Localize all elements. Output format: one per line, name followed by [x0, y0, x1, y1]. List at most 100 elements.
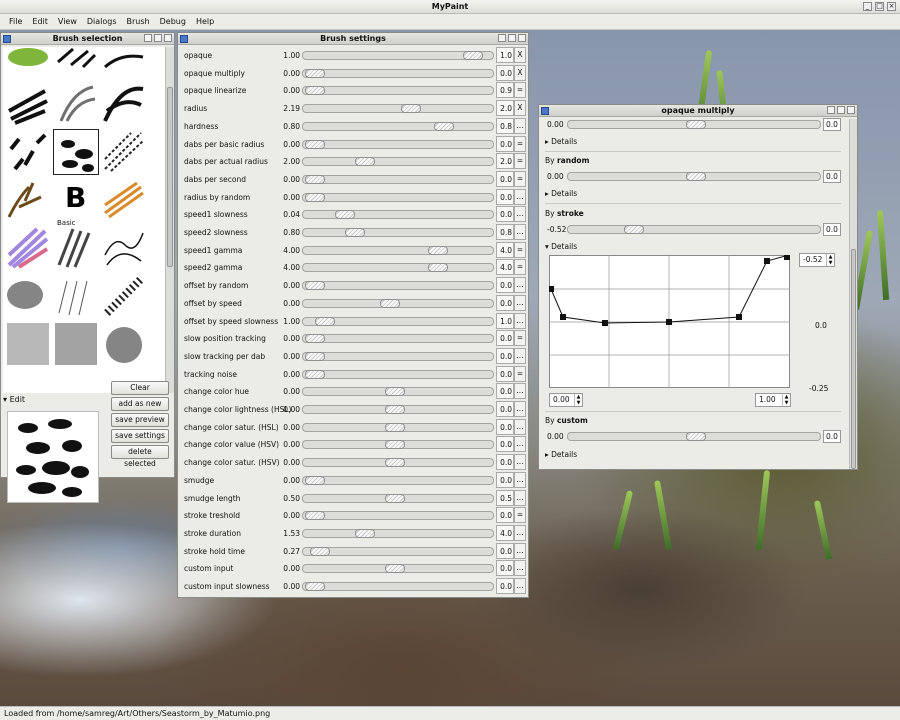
setting-action-button[interactable]: ... — [514, 401, 526, 417]
menu-edit[interactable]: Edit — [27, 14, 53, 29]
setting-slider[interactable] — [302, 387, 494, 397]
slider-thumb[interactable] — [384, 440, 405, 450]
brush-thumb[interactable] — [53, 273, 99, 319]
brush-thumb[interactable] — [101, 273, 147, 319]
setting-slider[interactable] — [302, 493, 494, 503]
brush-thumb[interactable] — [5, 177, 51, 223]
setting-action-button[interactable]: = — [514, 82, 526, 99]
brush-thumb[interactable] — [5, 273, 51, 319]
setting-action-button[interactable]: = — [514, 135, 526, 152]
setting-action-button[interactable]: ... — [514, 418, 526, 435]
setting-slider[interactable] — [302, 298, 494, 308]
curve-x-min-spinner[interactable]: 0.00 ▲ ▼ — [549, 393, 583, 407]
brush-thumb[interactable] — [101, 129, 147, 175]
setting-slider[interactable] — [302, 405, 494, 414]
setting-action-button[interactable]: X — [514, 100, 526, 117]
slider-thumb[interactable] — [384, 564, 405, 574]
menu-dialogs[interactable]: Dialogs — [82, 14, 122, 29]
setting-action-button[interactable]: = — [514, 365, 526, 382]
close-icon[interactable] — [847, 106, 855, 114]
brush-thumb[interactable] — [53, 321, 99, 367]
slider-thumb[interactable] — [305, 86, 325, 96]
maximize-icon[interactable]: □ — [875, 2, 884, 11]
slider-thumb[interactable] — [305, 369, 325, 379]
slider-thumb[interactable] — [427, 245, 448, 255]
setting-action-button[interactable]: = — [514, 241, 526, 258]
setting-action-button[interactable]: ... — [514, 312, 526, 329]
setting-slider[interactable] — [302, 351, 494, 361]
setting-slider[interactable] — [302, 316, 494, 326]
setting-action-button[interactable]: ... — [514, 224, 526, 240]
details-expander[interactable]: ▸ Details — [545, 450, 845, 459]
setting-action-button[interactable]: ... — [514, 524, 526, 541]
setting-slider[interactable] — [302, 440, 494, 450]
brush-thumb[interactable] — [101, 81, 147, 127]
setting-slider[interactable] — [302, 174, 494, 184]
custom-value-box[interactable]: 0.0 — [823, 430, 841, 443]
stroke-curve-editor[interactable] — [549, 255, 791, 389]
setting-action-button[interactable]: = — [514, 259, 526, 276]
setting-action-button[interactable]: X — [514, 47, 526, 63]
maximize-icon[interactable] — [837, 106, 845, 114]
slider-thumb[interactable] — [305, 174, 325, 184]
setting-action-button[interactable]: ... — [514, 383, 526, 400]
brush-thumb-selected[interactable] — [53, 129, 99, 175]
brush-preview[interactable] — [7, 411, 99, 503]
setting-action-button[interactable]: ... — [514, 560, 526, 577]
brush-thumb[interactable] — [101, 177, 147, 223]
setting-slider[interactable] — [302, 263, 494, 273]
slider-thumb[interactable] — [384, 405, 405, 414]
brush-thumb[interactable]: B — [53, 177, 99, 223]
setting-slider[interactable] — [302, 528, 494, 538]
setting-action-button[interactable]: ... — [514, 489, 526, 506]
details-expander[interactable]: ▸ Details — [545, 189, 845, 198]
slider-thumb[interactable] — [354, 157, 375, 167]
curve-y-max-spinner[interactable]: -0.52 ▲ ▼ — [799, 253, 835, 267]
random-slider[interactable] — [567, 172, 821, 181]
details-expander-open[interactable]: ▾ Details — [545, 242, 845, 251]
setting-slider[interactable] — [302, 86, 494, 96]
add-as-new-button[interactable]: add as new — [111, 397, 169, 411]
minimize-icon[interactable] — [827, 106, 835, 114]
setting-action-button[interactable]: X — [514, 64, 526, 81]
menu-debug[interactable]: Debug — [155, 14, 191, 29]
setting-slider[interactable] — [302, 511, 494, 521]
slider-thumb[interactable] — [334, 210, 355, 220]
brush-thumb[interactable] — [5, 225, 51, 271]
slider-thumb[interactable] — [305, 139, 325, 149]
setting-action-button[interactable]: ... — [514, 578, 526, 594]
slider-thumb[interactable] — [305, 351, 325, 361]
setting-action-button[interactable]: ... — [514, 117, 526, 134]
slider-thumb[interactable] — [401, 104, 422, 114]
setting-slider[interactable] — [302, 51, 494, 60]
base-slider[interactable] — [567, 120, 821, 129]
setting-slider[interactable] — [302, 281, 494, 291]
brush-thumb[interactable] — [53, 81, 99, 127]
slider-thumb[interactable] — [354, 528, 375, 538]
setting-action-button[interactable]: ... — [514, 277, 526, 294]
setting-slider[interactable] — [302, 546, 494, 556]
random-value-box[interactable]: 0.0 — [823, 170, 841, 183]
slider-thumb[interactable] — [314, 316, 335, 326]
slider-thumb[interactable] — [305, 511, 325, 521]
delete-selected-button[interactable]: delete selected — [111, 445, 169, 468]
setting-slider[interactable] — [302, 582, 494, 591]
opaque-multiply-scrollbar[interactable] — [849, 119, 857, 469]
base-value-box[interactable]: 0.0 — [823, 118, 841, 131]
brush-thumb[interactable] — [101, 321, 147, 367]
save-preview-button[interactable]: save preview — [111, 413, 169, 427]
slider-thumb[interactable] — [434, 121, 455, 131]
setting-action-button[interactable]: ... — [514, 542, 526, 559]
slider-thumb[interactable] — [344, 228, 365, 237]
slider-thumb[interactable] — [305, 582, 325, 591]
menu-brush[interactable]: Brush — [122, 14, 155, 29]
slider-thumb[interactable] — [305, 68, 325, 78]
custom-slider[interactable] — [567, 432, 821, 441]
slider-thumb[interactable] — [305, 281, 325, 291]
brush-thumb[interactable] — [5, 129, 51, 175]
setting-slider[interactable] — [302, 228, 494, 237]
setting-slider[interactable] — [302, 192, 494, 202]
setting-action-button[interactable]: = — [514, 507, 526, 524]
slider-thumb[interactable] — [379, 298, 400, 308]
menu-view[interactable]: View — [53, 14, 82, 29]
